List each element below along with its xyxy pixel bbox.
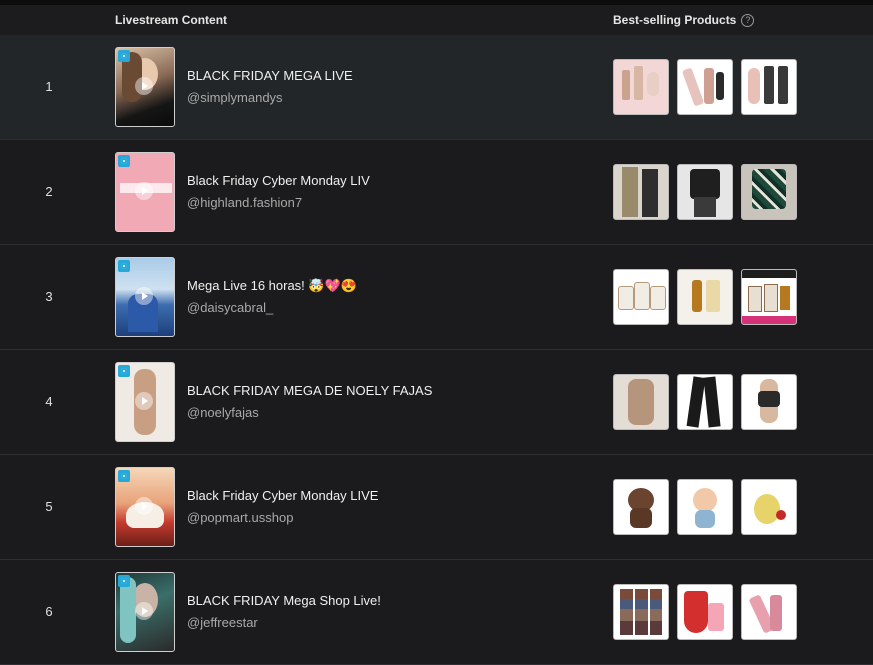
live-icon xyxy=(118,365,130,377)
live-icon xyxy=(118,260,130,272)
best-selling-products xyxy=(613,584,797,640)
product-thumbnail[interactable] xyxy=(613,164,669,220)
product-thumbnail[interactable] xyxy=(677,164,733,220)
livestream-thumbnail[interactable] xyxy=(115,257,175,337)
play-icon[interactable] xyxy=(135,497,153,515)
best-selling-products xyxy=(613,374,797,430)
play-icon[interactable] xyxy=(135,392,153,410)
livestream-title[interactable]: Mega Live 16 horas! 🤯💖😍 xyxy=(187,278,357,294)
column-header-livestream-content: Livestream Content xyxy=(115,13,228,27)
play-icon[interactable] xyxy=(135,182,153,200)
table-row[interactable]: 4 BLACK FRIDAY MEGA DE NOELY FAJAS @noel… xyxy=(0,350,873,455)
product-thumbnail[interactable] xyxy=(741,59,797,115)
table-row[interactable]: 2 Black Friday Cyber Monday LIV @highlan… xyxy=(0,140,873,245)
creator-handle[interactable]: @daisycabral_ xyxy=(187,300,273,315)
best-selling-products xyxy=(613,59,797,115)
table-row[interactable]: 3 Mega Live 16 horas! 🤯💖😍 @daisycabral_ xyxy=(0,245,873,350)
table-header: Livestream Content Best-selling Products… xyxy=(0,5,873,35)
creator-handle[interactable]: @highland.fashion7 xyxy=(187,195,302,210)
livestream-thumbnail[interactable] xyxy=(115,572,175,652)
best-selling-products xyxy=(613,479,797,535)
live-icon xyxy=(118,50,130,62)
creator-handle[interactable]: @noelyfajas xyxy=(187,405,259,420)
creator-handle[interactable]: @jeffreestar xyxy=(187,615,258,630)
live-icon xyxy=(118,470,130,482)
product-thumbnail[interactable] xyxy=(613,584,669,640)
rank-number: 1 xyxy=(45,79,53,94)
rank-number: 2 xyxy=(45,184,53,199)
column-header-best-selling-products: Best-selling Products ? xyxy=(613,13,755,27)
table-row[interactable]: 5 Black Friday Cyber Monday LIVE @popmar… xyxy=(0,455,873,560)
livestream-title[interactable]: BLACK FRIDAY Mega Shop Live! xyxy=(187,593,381,608)
product-thumbnail[interactable] xyxy=(741,374,797,430)
product-thumbnail[interactable] xyxy=(613,374,669,430)
livestream-thumbnail[interactable] xyxy=(115,47,175,127)
table-row[interactable]: 1 BLACK FRIDAY MEGA LIVE @simplymandys xyxy=(0,35,873,140)
livestream-title[interactable]: Black Friday Cyber Monday LIVE xyxy=(187,488,378,503)
rank-number: 4 xyxy=(45,394,53,409)
livestream-title[interactable]: BLACK FRIDAY MEGA LIVE xyxy=(187,68,353,83)
play-icon[interactable] xyxy=(135,77,153,95)
creator-handle[interactable]: @simplymandys xyxy=(187,90,283,105)
help-icon[interactable]: ? xyxy=(741,13,755,27)
product-thumbnail[interactable] xyxy=(741,584,797,640)
product-thumbnail[interactable] xyxy=(613,479,669,535)
product-thumbnail[interactable] xyxy=(741,164,797,220)
livestream-thumbnail[interactable] xyxy=(115,467,175,547)
rank-number: 6 xyxy=(45,604,53,619)
product-thumbnail[interactable] xyxy=(677,59,733,115)
livestream-thumbnail[interactable] xyxy=(115,152,175,232)
play-icon[interactable] xyxy=(135,602,153,620)
product-thumbnail[interactable] xyxy=(741,479,797,535)
product-thumbnail[interactable] xyxy=(613,269,669,325)
livestream-title[interactable]: BLACK FRIDAY MEGA DE NOELY FAJAS xyxy=(187,383,432,398)
play-icon[interactable] xyxy=(135,287,153,305)
live-icon xyxy=(118,155,130,167)
rank-number: 3 xyxy=(45,289,53,304)
product-thumbnail[interactable] xyxy=(741,269,797,325)
rank-number: 5 xyxy=(45,499,53,514)
column-header-label: Best-selling Products xyxy=(613,13,737,27)
product-thumbnail[interactable] xyxy=(677,584,733,640)
table-row[interactable]: 6 BLACK FRIDAY Mega Shop Live! @jeffrees… xyxy=(0,560,873,665)
product-thumbnail[interactable] xyxy=(677,479,733,535)
creator-handle[interactable]: @popmart.usshop xyxy=(187,510,293,525)
best-selling-products xyxy=(613,269,797,325)
livestream-thumbnail[interactable] xyxy=(115,362,175,442)
livestream-title[interactable]: Black Friday Cyber Monday LIV xyxy=(187,173,370,188)
best-selling-products xyxy=(613,164,797,220)
product-thumbnail[interactable] xyxy=(613,59,669,115)
product-thumbnail[interactable] xyxy=(677,374,733,430)
live-icon xyxy=(118,575,130,587)
product-thumbnail[interactable] xyxy=(677,269,733,325)
